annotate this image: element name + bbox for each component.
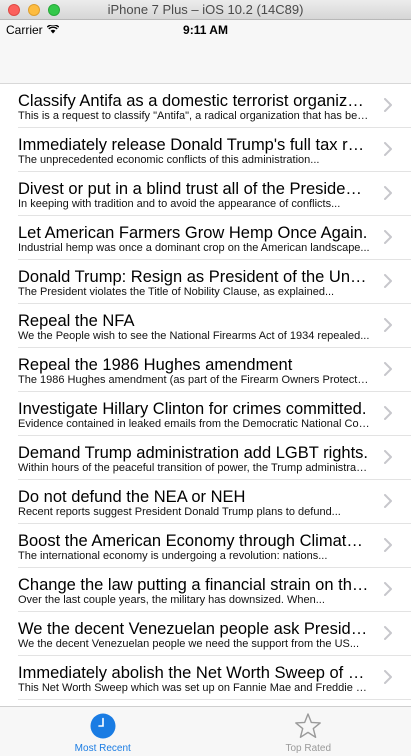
petition-summary: The 1986 Hughes amendment (as part of th… [18,374,370,386]
petition-title: Immediately abolish the Net Worth Sweep … [18,664,370,682]
petition-row[interactable]: Immediately release Donald Trump's full … [0,128,411,172]
petition-title: Do not defund the NEA or NEH [18,488,246,506]
petition-row[interactable]: Change the law putting a financial strai… [0,568,411,612]
chevron-right-icon [384,98,392,112]
petition-summary: The international economy is undergoing … [18,550,328,562]
petition-title: Repeal the NFA [18,312,135,330]
chevron-right-icon [384,450,392,464]
petition-summary: Industrial hemp was once a dominant crop… [18,242,370,254]
petition-row[interactable]: Repeal the NFA We the People wish to see … [0,304,411,348]
petition-title: Repeal the 1986 Hughes amendment [18,356,293,374]
chevron-right-icon [384,406,392,420]
petition-summary: We the People wish to see the National F… [18,330,370,342]
petition-summary: Within hours of the peaceful transition … [18,462,370,474]
tab-top-rated[interactable]: Top Rated [206,707,411,756]
chevron-right-icon [384,582,392,596]
petition-summary: In keeping with tradition and to avoid t… [18,198,341,210]
chevron-right-icon [384,142,392,156]
petition-title: Investigate Hillary Clinton for crimes c… [18,400,367,418]
petition-row[interactable]: We the decent Venezuelan people ask Pres… [0,612,411,656]
petition-summary: We the decent Venezuelan people we need … [18,638,360,650]
clock-icon [89,712,117,740]
navigation-bar [0,40,411,84]
petition-title: Let American Farmers Grow Hemp Once Agai… [18,224,368,242]
simulator-title-bar: iPhone 7 Plus – iOS 10.2 (14C89) [0,0,411,20]
petition-row[interactable]: Demand Trump administration add LGBT rig… [0,436,411,480]
petition-row[interactable]: Repeal the 1986 Hughes amendment The 1986… [0,348,411,392]
petition-row[interactable]: Immediately abolish the Net Worth Sweep … [0,656,411,700]
status-time: 9:11 AM [183,23,228,37]
petition-summary: Recent reports suggest President Donald … [18,506,341,518]
petition-row[interactable]: Boost the American Economy through Clima… [0,524,411,568]
petition-row[interactable]: Divest or put in a blind trust all of th… [0,172,411,216]
status-bar: Carrier 9:11 AM [0,20,411,40]
petition-summary: Evidence contained in leaked emails from… [18,418,370,430]
chevron-right-icon [384,362,392,376]
chevron-right-icon [384,626,392,640]
petition-list[interactable]: Classify Antifa as a domestic terrorist … [0,84,411,706]
chevron-right-icon [384,186,392,200]
petition-title: We the decent Venezuelan people ask Pres… [18,620,370,638]
petition-summary: Over the last couple years, the military… [18,594,325,606]
chevron-right-icon [384,538,392,552]
petition-row[interactable]: Investigate Hillary Clinton for crimes c… [0,392,411,436]
petition-row[interactable]: Let American Farmers Grow Hemp Once Agai… [0,216,411,260]
petition-title: Demand Trump administration add LGBT rig… [18,444,369,462]
tab-bar: Most Recent Top Rated [0,706,411,756]
star-icon [294,712,322,740]
chevron-right-icon [384,274,392,288]
petition-row[interactable]: Do not defund the NEA or NEH Recent repor… [0,480,411,524]
petition-title: Donald Trump: Resign as President of the… [18,268,370,286]
petition-summary: This is a request to classify "Antifa", … [18,110,370,122]
tab-most-recent[interactable]: Most Recent [0,707,206,756]
petition-title: Divest or put in a blind trust all of th… [18,180,370,198]
petition-title: Boost the American Economy through Clima… [18,532,370,550]
petition-summary: The President violates the Title of Nobi… [18,286,335,298]
chevron-right-icon [384,230,392,244]
tab-top-rated-label: Top Rated [285,743,332,754]
petition-summary: The unprecedented economic conflicts of … [18,154,320,166]
tab-most-recent-label: Most Recent [74,743,131,754]
petition-row[interactable]: Classify Antifa as a domestic terrorist … [0,84,411,128]
petition-title: Immediately release Donald Trump's full … [18,136,370,154]
window-title: iPhone 7 Plus – iOS 10.2 (14C89) [107,2,304,17]
petition-row[interactable]: Donald Trump: Resign as President of the… [0,260,411,304]
chevron-right-icon [384,318,392,332]
petition-title: Change the law putting a financial strai… [18,576,370,594]
chevron-right-icon [384,494,392,508]
chevron-right-icon [384,670,392,684]
petition-summary: This Net Worth Sweep which was set up on… [18,682,370,694]
petition-title: Classify Antifa as a domestic terrorist … [18,92,370,110]
